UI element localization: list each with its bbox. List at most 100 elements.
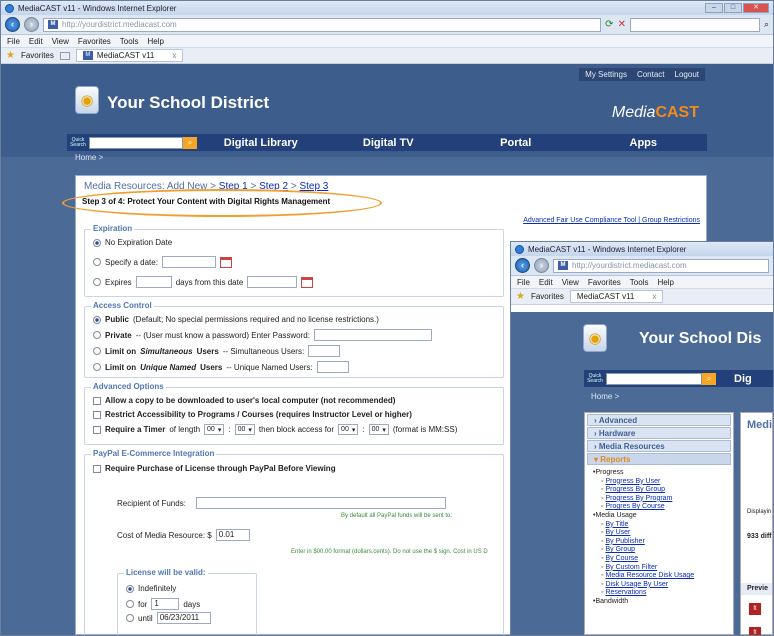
menu-tools[interactable]: Tools: [630, 278, 649, 287]
accordion-advanced[interactable]: › Advanced: [587, 414, 731, 426]
menu-favorites[interactable]: Favorites: [78, 37, 111, 46]
menu-view[interactable]: View: [52, 37, 69, 46]
tree-link[interactable]: Progress By Group: [593, 486, 725, 495]
tree-link[interactable]: Progres By Course: [593, 503, 725, 512]
maximize-button[interactable]: □: [724, 3, 742, 13]
browser-tab[interactable]: MediaCAST v11 x: [569, 290, 664, 303]
quick-tabs-icon[interactable]: [59, 51, 70, 60]
tree-link[interactable]: By Course: [593, 555, 725, 564]
public-radio[interactable]: [93, 315, 101, 324]
specify-date-input[interactable]: [161, 256, 216, 268]
breadcrumb[interactable]: Home >: [591, 392, 619, 401]
stop-icon[interactable]: ✕: [618, 19, 626, 30]
favorites-star-icon[interactable]: ★: [516, 291, 525, 302]
timer-minutes-select[interactable]: 00 ▾: [204, 424, 225, 435]
simultaneous-radio[interactable]: [93, 347, 101, 355]
simultaneous-users-input[interactable]: [308, 345, 341, 357]
my-settings-link[interactable]: My Settings: [585, 70, 627, 79]
calendar-icon[interactable]: [301, 276, 314, 288]
forward-button[interactable]: ›: [534, 258, 549, 273]
search-box[interactable]: [629, 17, 760, 32]
accordion-reports[interactable]: ▾ Reports: [587, 453, 731, 465]
restrict-checkbox[interactable]: [93, 410, 101, 419]
expires-radio[interactable]: [93, 278, 101, 286]
no-expiration-radio[interactable]: [93, 238, 101, 247]
tool-links[interactable]: Advanced Fair Use Compliance Tool | Grou…: [523, 217, 700, 224]
tree-link[interactable]: By Publisher: [593, 538, 725, 547]
password-input[interactable]: [313, 329, 432, 341]
menu-help[interactable]: Help: [147, 37, 163, 46]
menu-help[interactable]: Help: [657, 278, 673, 287]
format-hint: (format is MM:SS): [392, 425, 458, 434]
quick-search-input[interactable]: [89, 136, 183, 149]
require-purchase-checkbox[interactable]: [93, 464, 101, 473]
nav-portal[interactable]: Portal: [452, 137, 580, 149]
favorites-label[interactable]: Favorites: [21, 51, 54, 60]
menu-edit[interactable]: Edit: [539, 278, 553, 287]
url-field[interactable]: M http://yourdistrict.mediacast.com: [43, 17, 602, 32]
for-days-radio[interactable]: [126, 600, 134, 608]
favorites-star-icon[interactable]: ★: [6, 50, 15, 61]
contact-link[interactable]: Contact: [637, 70, 665, 79]
menu-view[interactable]: View: [562, 278, 579, 287]
browser-tab[interactable]: M MediaCAST v11 x: [75, 49, 184, 62]
nav-digital-tv[interactable]: Digital TV: [325, 137, 453, 149]
close-button[interactable]: ✕: [743, 3, 769, 13]
expires-date-input[interactable]: [247, 276, 298, 288]
calendar-icon[interactable]: [219, 256, 232, 268]
indefinitely-radio[interactable]: [126, 584, 134, 593]
until-date-input[interactable]: 06/23/2011: [156, 612, 211, 624]
cost-input[interactable]: 0.01: [215, 529, 250, 541]
breadcrumb[interactable]: Home >: [75, 153, 103, 162]
tree-link[interactable]: By User: [593, 529, 725, 538]
tree-link[interactable]: Progress By Program: [593, 495, 725, 504]
refresh-icon[interactable]: ⟳: [605, 19, 613, 30]
menu-file[interactable]: File: [7, 37, 20, 46]
unique-named-users-input[interactable]: [316, 361, 349, 373]
nav-digital-library[interactable]: Digital Library: [197, 137, 325, 149]
back-button[interactable]: ‹: [515, 258, 530, 273]
quick-search-button[interactable]: ⌕: [183, 136, 197, 149]
url-field[interactable]: M http://yourdistrict.mediacast.com: [553, 258, 769, 273]
block-seconds-select[interactable]: 00 ▾: [368, 424, 389, 435]
tree-link[interactable]: Disk Usage By User: [593, 581, 725, 590]
for-days-input[interactable]: 1: [151, 598, 180, 610]
tree-link[interactable]: Reservations: [593, 589, 725, 598]
until-radio[interactable]: [126, 614, 134, 622]
accordion-media-resources[interactable]: › Media Resources: [587, 440, 731, 452]
file-type-icon[interactable]: ft: [749, 603, 761, 615]
block-minutes-select[interactable]: 00 ▾: [338, 424, 359, 435]
nav-apps[interactable]: Apps: [580, 137, 708, 149]
forward-button[interactable]: ›: [24, 17, 39, 32]
tree-link[interactable]: Media Resource Disk Usage: [593, 572, 725, 581]
nav-digital-library[interactable]: Dig: [734, 373, 752, 385]
download-checkbox[interactable]: [93, 396, 101, 405]
timer-checkbox[interactable]: [93, 425, 101, 434]
tree-link[interactable]: Progress By User: [593, 478, 725, 487]
menu-favorites[interactable]: Favorites: [588, 278, 621, 287]
logout-link[interactable]: Logout: [675, 70, 699, 79]
recipient-input[interactable]: [195, 497, 446, 509]
tab-close-icon[interactable]: x: [172, 51, 176, 60]
accordion-hardware[interactable]: › Hardware: [587, 427, 731, 439]
timer-seconds-select[interactable]: 00 ▾: [234, 424, 255, 435]
menu-tools[interactable]: Tools: [120, 37, 139, 46]
specify-date-radio[interactable]: [93, 258, 101, 266]
menu-edit[interactable]: Edit: [29, 37, 43, 46]
expires-days-input[interactable]: [135, 276, 172, 288]
back-button[interactable]: ‹: [5, 17, 20, 32]
search-icon[interactable]: ⌕: [764, 19, 769, 30]
tab-close-icon[interactable]: x: [652, 292, 656, 301]
private-radio[interactable]: [93, 331, 101, 339]
public-label: Public: [105, 315, 130, 324]
quick-search-input[interactable]: [606, 372, 702, 385]
minimize-button[interactable]: –: [705, 3, 723, 13]
menu-file[interactable]: File: [517, 278, 530, 287]
favorites-label[interactable]: Favorites: [531, 292, 564, 301]
file-type-icon[interactable]: ft: [749, 627, 761, 635]
tree-link[interactable]: By Title: [593, 521, 725, 530]
unique-named-radio[interactable]: [93, 363, 101, 371]
quick-search-button[interactable]: ⌕: [702, 372, 716, 385]
tree-link[interactable]: By Group: [593, 546, 725, 555]
tree-link[interactable]: By Custom Filter: [593, 564, 725, 573]
